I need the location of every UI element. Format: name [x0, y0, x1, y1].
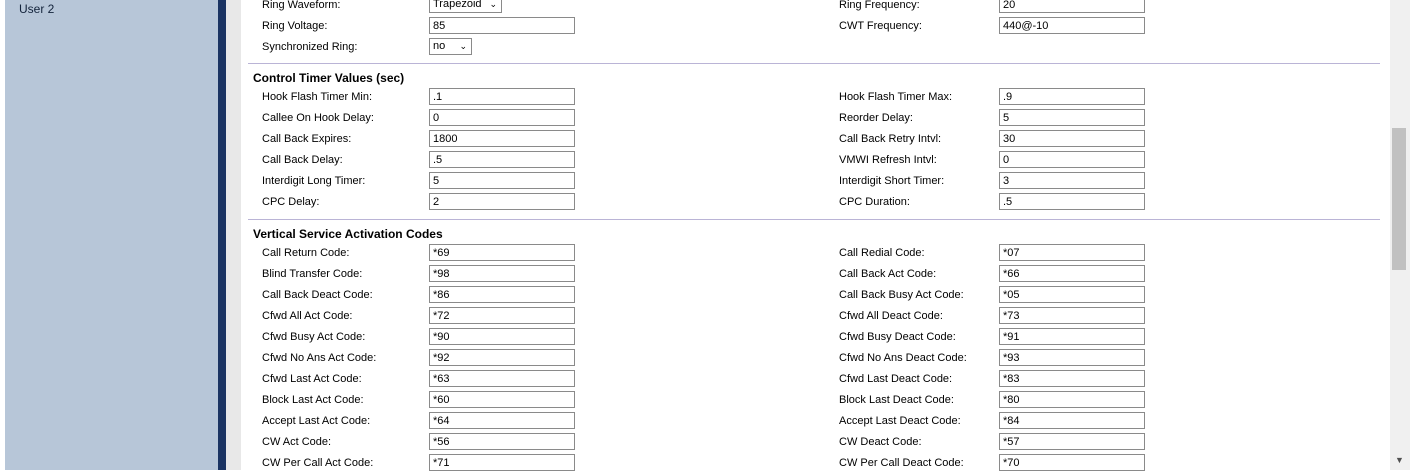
field-label: Call Redial Code: [839, 247, 925, 259]
field-label: Accept Last Act Code: [262, 415, 371, 427]
field-label: Cfwd No Ans Deact Code: [839, 352, 967, 364]
settings-panel: Ring Waveform: Trapezoid ⌄ Ring Frequenc… [241, 0, 1390, 471]
field-label: CW Deact Code: [839, 436, 922, 448]
scroll-down-arrow-icon[interactable]: ▼ [1395, 455, 1404, 465]
synchronized-ring-label: Synchronized Ring: [262, 41, 358, 53]
field-label: Call Back Busy Act Code: [839, 289, 964, 301]
section-divider [248, 219, 1380, 220]
field-label: Hook Flash Timer Max: [839, 91, 953, 103]
setting-field[interactable] [429, 130, 575, 147]
field-label: Cfwd No Ans Act Code: [262, 352, 377, 364]
setting-field[interactable] [999, 265, 1145, 282]
setting-field[interactable] [429, 454, 575, 471]
field-label: CPC Duration: [839, 196, 910, 208]
synchronized-ring-select[interactable]: no ⌄ [429, 38, 472, 55]
content-area: Ring Waveform: Trapezoid ⌄ Ring Frequenc… [226, 0, 1390, 471]
ring-frequency-field[interactable] [999, 0, 1145, 13]
setting-field[interactable] [429, 88, 575, 105]
sidebar-item-user-2[interactable]: User 2 [19, 2, 54, 16]
cwt-frequency-label: CWT Frequency: [839, 20, 922, 32]
field-label: Accept Last Deact Code: [839, 415, 961, 427]
field-label: Cfwd Busy Deact Code: [839, 331, 956, 343]
field-label: Reorder Delay: [839, 112, 913, 124]
setting-field[interactable] [429, 370, 575, 387]
chevron-down-icon: ⌄ [489, 0, 497, 9]
field-label: Call Back Expires: [262, 133, 352, 145]
field-label: Blind Transfer Code: [262, 268, 363, 280]
setting-field[interactable] [429, 193, 575, 210]
setting-field[interactable] [999, 151, 1145, 168]
sidebar: User 2 [0, 0, 218, 470]
setting-field[interactable] [429, 244, 575, 261]
field-label: Cfwd Last Deact Code: [839, 373, 953, 385]
setting-field[interactable] [429, 412, 575, 429]
setting-field[interactable] [429, 286, 575, 303]
control-timer-title: Control Timer Values (sec) [253, 71, 405, 85]
synchronized-ring-value: no [433, 40, 446, 52]
setting-field[interactable] [999, 433, 1145, 450]
field-label: Interdigit Long Timer: [262, 175, 366, 187]
field-label: CW Per Call Act Code: [262, 457, 374, 469]
setting-field[interactable] [999, 412, 1145, 429]
field-label: Cfwd All Act Code: [262, 310, 353, 322]
vertical-scrollbar[interactable]: ▼ [1390, 0, 1410, 470]
setting-field[interactable] [999, 328, 1145, 345]
field-label: Callee On Hook Delay: [262, 112, 374, 124]
setting-field[interactable] [999, 109, 1145, 126]
ring-voltage-label: Ring Voltage: [262, 20, 328, 32]
field-label: VMWI Refresh Intvl: [839, 154, 937, 166]
ring-frequency-label: Ring Frequency: [839, 0, 920, 11]
setting-field[interactable] [999, 193, 1145, 210]
field-label: CPC Delay: [262, 196, 320, 208]
scrollbar-thumb[interactable] [1392, 128, 1406, 270]
ring-waveform-select[interactable]: Trapezoid ⌄ [429, 0, 502, 13]
field-label: Call Back Delay: [262, 154, 343, 166]
setting-field[interactable] [999, 349, 1145, 366]
setting-field[interactable] [999, 454, 1145, 471]
setting-field[interactable] [429, 328, 575, 345]
chevron-down-icon: ⌄ [459, 41, 467, 51]
setting-field[interactable] [429, 307, 575, 324]
setting-field[interactable] [999, 391, 1145, 408]
ring-voltage-field[interactable] [429, 17, 575, 34]
field-label: Hook Flash Timer Min: [262, 91, 373, 103]
field-label: Block Last Act Code: [262, 394, 364, 406]
field-label: Block Last Deact Code: [839, 394, 954, 406]
field-label: Call Return Code: [262, 247, 350, 259]
cwt-frequency-field[interactable] [999, 17, 1145, 34]
setting-field[interactable] [429, 265, 575, 282]
field-label: Call Back Deact Code: [262, 289, 373, 301]
setting-field[interactable] [999, 130, 1145, 147]
vsac-title: Vertical Service Activation Codes [253, 227, 443, 241]
sidebar-panel: User 2 [5, 0, 218, 470]
field-label: Cfwd Busy Act Code: [262, 331, 366, 343]
section-divider [248, 63, 1380, 64]
field-label: Cfwd All Deact Code: [839, 310, 943, 322]
sidebar-divider [218, 0, 226, 470]
field-label: Call Back Retry Intvl: [839, 133, 942, 145]
setting-field[interactable] [429, 151, 575, 168]
setting-field[interactable] [999, 88, 1145, 105]
field-label: CW Per Call Deact Code: [839, 457, 964, 469]
field-label: Cfwd Last Act Code: [262, 373, 362, 385]
setting-field[interactable] [429, 172, 575, 189]
field-label: Interdigit Short Timer: [839, 175, 945, 187]
setting-field[interactable] [999, 286, 1145, 303]
setting-field[interactable] [429, 349, 575, 366]
setting-field[interactable] [999, 244, 1145, 261]
setting-field[interactable] [429, 109, 575, 126]
setting-field[interactable] [429, 433, 575, 450]
setting-field[interactable] [999, 307, 1145, 324]
setting-field[interactable] [999, 370, 1145, 387]
ring-waveform-label: Ring Waveform: [262, 0, 341, 11]
setting-field[interactable] [999, 172, 1145, 189]
setting-field[interactable] [429, 391, 575, 408]
field-label: Call Back Act Code: [839, 268, 937, 280]
field-label: CW Act Code: [262, 436, 332, 448]
ring-waveform-value: Trapezoid [433, 0, 482, 10]
